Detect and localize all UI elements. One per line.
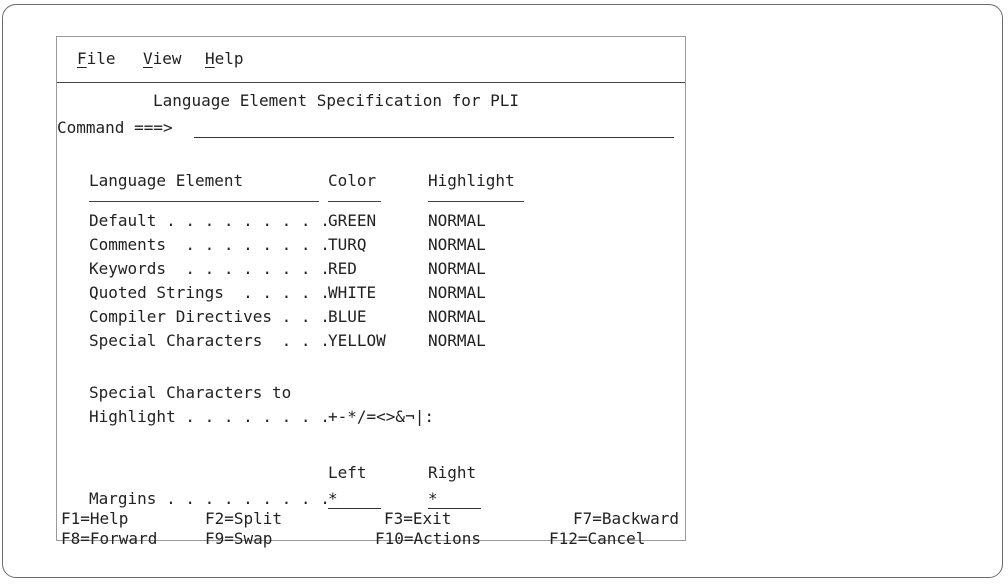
header-underline-color	[328, 201, 381, 202]
margins-right-header: Right	[428, 463, 477, 482]
row-label: Default . . . . . . . . .	[89, 211, 330, 230]
header-underline-element	[89, 201, 319, 202]
header-language-element: Language Element	[89, 171, 244, 190]
menu-help[interactable]: Help	[205, 49, 244, 69]
menu-help-key: H	[205, 49, 215, 68]
row-highlight-field[interactable]: NORMAL	[428, 235, 486, 255]
fkey-help[interactable]: F1=Help	[61, 509, 128, 529]
fkey-backward[interactable]: F7=Backward	[573, 509, 679, 529]
row-label: Special Characters . . .	[89, 331, 330, 350]
margin-left-field[interactable]: *	[328, 489, 381, 509]
row-color-field[interactable]: WHITE	[328, 283, 376, 303]
margins-label: Margins . . . . . . . . .	[89, 489, 330, 508]
menu-separator	[57, 82, 685, 83]
ispf-panel: File View Help Language Element Specific…	[56, 36, 686, 548]
fkey-forward[interactable]: F8=Forward	[61, 529, 157, 549]
row-highlight-field[interactable]: NORMAL	[428, 259, 486, 279]
row-color-field[interactable]: RED	[328, 259, 357, 279]
menu-view-rest: iew	[152, 49, 182, 68]
row-color-field[interactable]: YELLOW	[328, 331, 386, 351]
menu-view[interactable]: View	[143, 49, 182, 69]
row-highlight-field[interactable]: NORMAL	[428, 331, 486, 351]
fkey-cancel[interactable]: F12=Cancel	[549, 529, 645, 549]
row-label: Keywords . . . . . . . .	[89, 259, 330, 278]
menu-help-rest: elp	[214, 49, 244, 68]
page-title: Language Element Specification for PLI	[153, 91, 520, 110]
row-highlight-field[interactable]: NORMAL	[428, 211, 486, 231]
margin-right-field[interactable]: *	[428, 489, 481, 509]
menu-file-key: F	[77, 49, 87, 68]
menu-view-key: V	[143, 49, 153, 68]
special-label-line2: Highlight . . . . . . . .	[89, 407, 330, 426]
header-highlight: Highlight	[428, 171, 515, 190]
row-color-field[interactable]: TURQ	[328, 235, 367, 255]
command-input[interactable]	[194, 118, 674, 138]
special-characters-field[interactable]: +-*/=<>&¬|:	[328, 407, 434, 427]
row-label: Comments . . . . . . . .	[89, 235, 330, 254]
row-label: Compiler Directives . . .	[89, 307, 330, 326]
margins-left-header: Left	[328, 463, 367, 482]
header-underline-highlight	[428, 201, 524, 202]
special-label-line1: Special Characters to	[89, 383, 292, 402]
row-label: Quoted Strings . . . . .	[89, 283, 330, 302]
command-label: Command ===>	[57, 118, 173, 137]
fkey-split[interactable]: F2=Split	[205, 509, 282, 529]
fkey-actions[interactable]: F10=Actions	[375, 529, 481, 549]
menu-file[interactable]: File	[77, 49, 116, 69]
row-color-field[interactable]: BLUE	[328, 307, 367, 327]
fkey-swap[interactable]: F9=Swap	[205, 529, 272, 549]
menu-file-rest: ile	[86, 49, 116, 68]
fkey-exit[interactable]: F3=Exit	[384, 509, 451, 529]
row-highlight-field[interactable]: NORMAL	[428, 283, 486, 303]
row-highlight-field[interactable]: NORMAL	[428, 307, 486, 327]
row-color-field[interactable]: GREEN	[328, 211, 376, 231]
header-color: Color	[328, 171, 377, 190]
